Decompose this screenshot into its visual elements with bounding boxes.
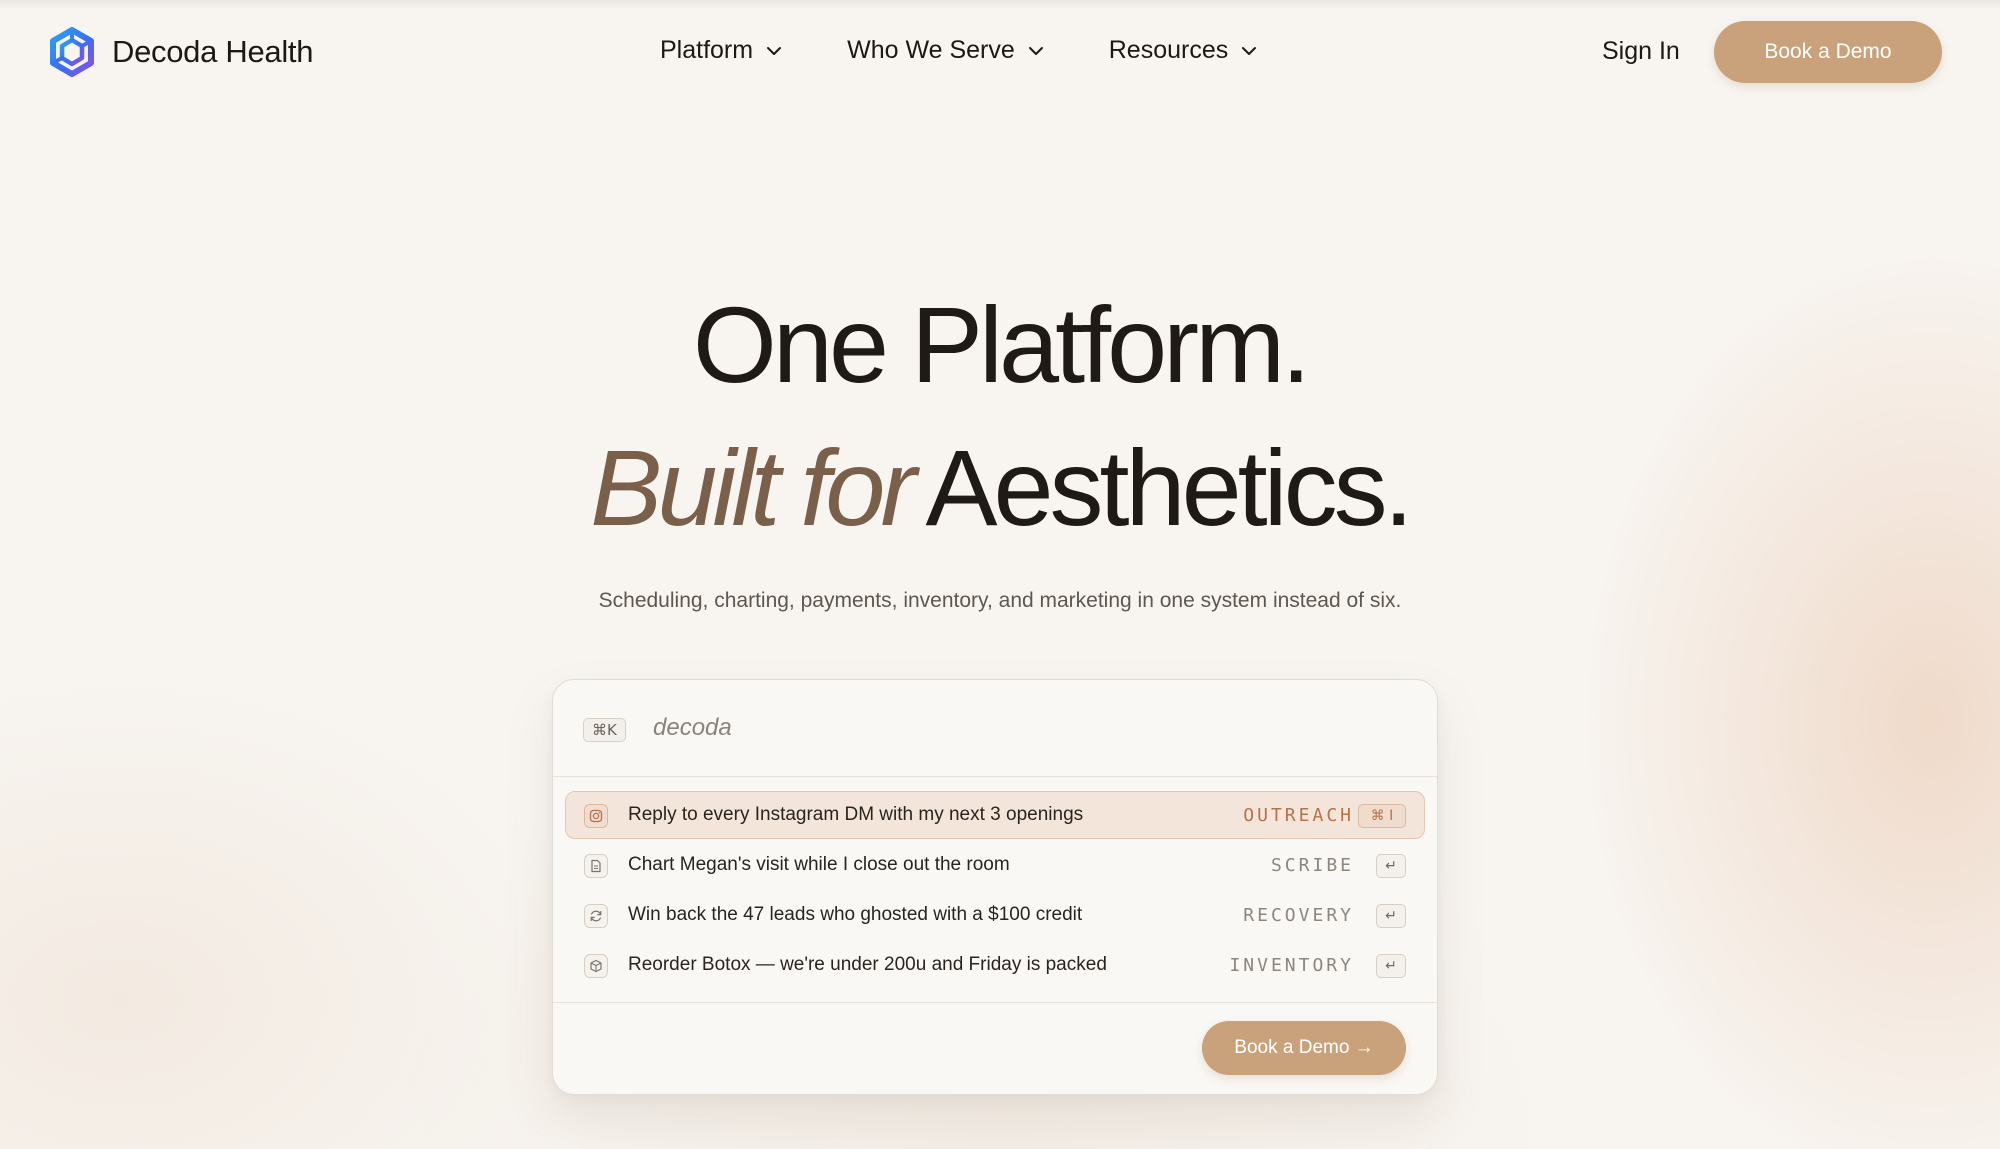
hero-title-line2: Built for Aesthetics.	[0, 425, 2000, 550]
palette-results: Reply to every Instagram DM with my next…	[565, 791, 1425, 991]
nav-item-who-we-serve[interactable]: Who We Serve	[847, 36, 1045, 65]
palette-item-shortcut: ⌘ I	[1358, 804, 1406, 828]
nav-item-label: Who We Serve	[847, 36, 1015, 64]
palette-item-tag: SCRIBE	[1270, 855, 1354, 876]
hero-title-rest: Aesthetics.	[925, 427, 1413, 548]
palette-item-recovery[interactable]: Win back the 47 leads who ghosted with a…	[565, 891, 1425, 939]
palette-item-tag: RECOVERY	[1243, 905, 1354, 926]
instagram-icon	[584, 804, 608, 828]
document-icon	[584, 854, 608, 878]
chevron-down-icon	[1242, 46, 1257, 55]
palette-item-label: Chart Megan's visit while I close out th…	[628, 854, 1010, 875]
palette-item-shortcut: ↵	[1376, 854, 1406, 878]
palette-item-shortcut: ↵	[1376, 954, 1406, 978]
book-demo-button[interactable]: Book a Demo	[1714, 21, 1942, 83]
palette-search-row: ⌘K	[553, 680, 1437, 777]
brand-name: Decoda Health	[112, 34, 314, 69]
palette-item-outreach[interactable]: Reply to every Instagram DM with my next…	[565, 791, 1425, 839]
palette-item-label: Win back the 47 leads who ghosted with a…	[628, 904, 1083, 925]
top-navigation: Decoda Health Platform Who We Serve Reso…	[0, 0, 2000, 104]
palette-search-input[interactable]	[653, 714, 1253, 742]
box-icon	[584, 954, 608, 978]
sign-in-link[interactable]: Sign In	[1602, 37, 1680, 66]
palette-item-tag: OUTREACH	[1243, 805, 1354, 826]
hero-title-line1: One Platform.	[692, 284, 1311, 405]
palette-book-demo-button[interactable]: Book a Demo →	[1202, 1021, 1406, 1075]
hero-subtitle: Scheduling, charting, payments, inventor…	[598, 589, 1402, 612]
palette-item-scribe[interactable]: Chart Megan's visit while I close out th…	[565, 841, 1425, 889]
chevron-down-icon	[1028, 46, 1043, 55]
nav-item-platform[interactable]: Platform	[660, 36, 783, 65]
palette-item-label: Reorder Botox — we're under 200u and Fri…	[628, 954, 1107, 975]
palette-item-shortcut: ↵	[1376, 904, 1406, 928]
palette-item-inventory[interactable]: Reorder Botox — we're under 200u and Fri…	[565, 941, 1425, 989]
palette-footer: Book a Demo →	[553, 1002, 1437, 1094]
shortcut-badge: ⌘K	[583, 718, 626, 742]
nav-item-label: Resources	[1108, 36, 1229, 64]
brand-logo[interactable]: Decoda Health	[46, 26, 313, 78]
palette-item-tag: INVENTORY	[1229, 955, 1354, 976]
chevron-down-icon	[767, 46, 782, 55]
nav-item-label: Platform	[660, 36, 754, 64]
hero-title-accent: Built for	[590, 427, 916, 548]
command-palette: ⌘K Reply to every Instagram DM with my n…	[552, 679, 1438, 1095]
refresh-icon	[584, 904, 608, 928]
nav-item-resources[interactable]: Resources	[1109, 36, 1259, 65]
palette-item-label: Reply to every Instagram DM with my next…	[628, 804, 1084, 825]
hexagon-logo-icon	[50, 27, 94, 77]
main-menu: Platform Who We Serve Resources	[660, 36, 1258, 65]
